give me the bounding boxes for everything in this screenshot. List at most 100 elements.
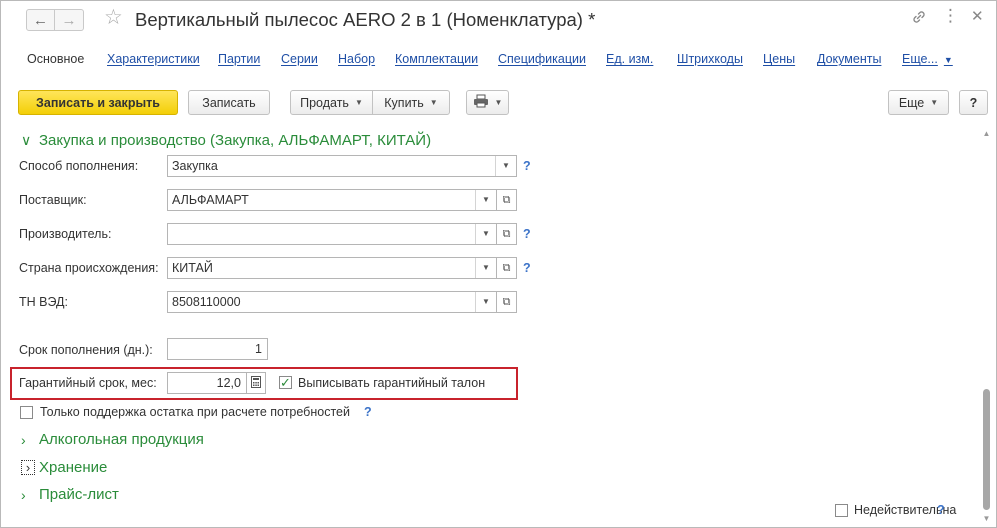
open-supplier-button[interactable]: ⧉	[497, 189, 517, 211]
manufacturer-field[interactable]: ▼	[167, 223, 497, 245]
purchase-section-header[interactable]: ∨ Закупка и производство (Закупка, АЛЬФА…	[21, 132, 431, 149]
supplier-field[interactable]: АЛЬФАМАРТ ▼	[167, 189, 497, 211]
scroll-down-icon[interactable]: ▼	[980, 514, 993, 524]
supplier-label: Поставщик:	[19, 193, 87, 207]
caret-down-icon: ▼	[494, 98, 503, 107]
buy-label: Купить	[384, 95, 424, 110]
alcohol-section-title: Алкогольная продукция	[39, 431, 204, 448]
open-manufacturer-button[interactable]: ⧉	[497, 223, 517, 245]
pricelist-section-title: Прайс-лист	[39, 486, 119, 503]
replenishment-method-value: Закупка	[172, 159, 218, 173]
caret-down-icon: ▼	[429, 98, 438, 107]
calculator-icon	[251, 375, 261, 391]
caret-down-icon: ▼	[930, 98, 939, 107]
buy-button[interactable]: Купить ▼	[372, 90, 450, 115]
sell-label: Продать	[300, 95, 349, 110]
help-icon[interactable]: ?	[523, 159, 531, 173]
tab-units[interactable]: Ед. изм.	[606, 52, 653, 66]
vertical-scrollbar[interactable]: ▲ ▼	[980, 127, 993, 527]
window-title: Вертикальный пылесос AERO 2 в 1 (Номенкл…	[135, 9, 596, 30]
dropdown-arrow-icon[interactable]: ▼	[475, 224, 496, 244]
arrow-right-icon: →	[61, 11, 77, 29]
tab-series[interactable]: Серии	[281, 52, 318, 66]
replenishment-method-select[interactable]: Закупка ▼	[167, 155, 517, 177]
tnved-value: 8508110000	[172, 295, 241, 309]
invalid-checkbox[interactable]	[835, 504, 848, 517]
form-window: ← → ☆ Вертикальный пылесос AERO 2 в 1 (Н…	[0, 0, 997, 528]
alcohol-section-header[interactable]: › Алкогольная продукция	[21, 431, 204, 448]
link-icon[interactable]	[911, 9, 927, 28]
title-bar: ← → ☆ Вертикальный пылесос AERO 2 в 1 (Н…	[1, 1, 996, 41]
close-icon[interactable]: ✕	[971, 9, 984, 24]
open-item-icon: ⧉	[502, 261, 511, 274]
open-country-button[interactable]: ⧉	[497, 257, 517, 279]
scroll-up-icon[interactable]: ▲	[980, 129, 993, 139]
dropdown-arrow-icon[interactable]: ▼	[475, 190, 496, 210]
warranty-label: Гарантийный срок, мес:	[19, 376, 157, 390]
help-icon[interactable]: ?	[523, 261, 531, 275]
tab-set[interactable]: Набор	[338, 52, 375, 66]
open-item-icon: ⧉	[502, 295, 511, 308]
supplier-value: АЛЬФАМАРТ	[172, 193, 249, 207]
warranty-input[interactable]: 12,0	[167, 372, 247, 394]
print-button[interactable]: ▼	[466, 90, 509, 115]
chevron-right-icon: ›	[21, 431, 26, 448]
tab-main[interactable]: Основное	[27, 52, 84, 66]
open-tnved-button[interactable]: ⧉	[497, 291, 517, 313]
help-icon[interactable]: ?	[364, 405, 372, 419]
caret-down-icon: ▼	[943, 55, 953, 65]
chevron-right-icon: ›	[21, 486, 26, 503]
tab-batches[interactable]: Партии	[218, 52, 260, 66]
tab-specifications[interactable]: Спецификации	[498, 52, 586, 66]
country-value: КИТАЙ	[172, 261, 213, 275]
country-field[interactable]: КИТАЙ ▼	[167, 257, 497, 279]
forward-button[interactable]: →	[55, 9, 84, 31]
tab-prices[interactable]: Цены	[763, 52, 795, 66]
dropdown-arrow-icon[interactable]: ▼	[495, 156, 516, 176]
storage-section-title: Хранение	[39, 459, 108, 476]
favorite-star-icon[interactable]: ☆	[104, 7, 123, 28]
tab-more-label: Еще...	[902, 52, 938, 66]
tab-barcodes[interactable]: Штрихкоды	[677, 52, 743, 66]
dropdown-arrow-icon[interactable]: ▼	[475, 292, 496, 312]
tnved-label: ТН ВЭД:	[19, 295, 68, 309]
caret-down-icon: ▼	[354, 98, 363, 107]
more-vertical-icon[interactable]: ⋮	[942, 7, 959, 24]
save-and-close-button[interactable]: Записать и закрыть	[18, 90, 178, 115]
chevron-right-icon: ›	[21, 460, 35, 475]
calculator-button[interactable]	[246, 372, 266, 394]
country-label: Страна происхождения:	[19, 261, 159, 275]
open-item-icon: ⧉	[502, 227, 511, 240]
open-item-icon: ⧉	[502, 193, 511, 206]
help-icon[interactable]: ?	[937, 503, 945, 517]
only-support-label[interactable]: Только поддержка остатка при расчете пот…	[40, 405, 350, 419]
replenishment-days-label: Срок пополнения (дн.):	[19, 343, 153, 357]
dropdown-arrow-icon[interactable]: ▼	[475, 258, 496, 278]
tab-documents[interactable]: Документы	[817, 52, 881, 66]
tab-more[interactable]: Еще... ▼	[902, 52, 953, 66]
back-button[interactable]: ←	[26, 9, 55, 31]
tab-kits[interactable]: Комплектации	[395, 52, 478, 66]
replenishment-days-input[interactable]: 1	[167, 338, 268, 360]
pricelist-section-header[interactable]: › Прайс-лист	[21, 486, 119, 503]
checkmark-icon: ✓	[280, 375, 291, 390]
printer-icon	[473, 94, 489, 111]
warranty-card-label[interactable]: Выписывать гарантийный талон	[298, 376, 485, 390]
only-support-checkbox[interactable]	[20, 406, 33, 419]
arrow-left-icon: ←	[33, 11, 48, 29]
tab-characteristics[interactable]: Характеристики	[107, 52, 200, 66]
tnved-field[interactable]: 8508110000 ▼	[167, 291, 497, 313]
chevron-down-icon: ∨	[21, 132, 32, 148]
more-button[interactable]: Еще ▼	[888, 90, 949, 115]
help-icon[interactable]: ?	[523, 227, 531, 241]
save-button[interactable]: Записать	[188, 90, 270, 115]
more-label: Еще	[898, 95, 925, 110]
warranty-card-checkbox[interactable]: ✓	[279, 376, 292, 389]
storage-section-header[interactable]: › Хранение	[21, 459, 107, 476]
manufacturer-label: Производитель:	[19, 227, 112, 241]
scroll-thumb[interactable]	[983, 389, 990, 510]
purchase-section-title: Закупка и производство (Закупка, АЛЬФАМА…	[39, 132, 432, 149]
replenishment-method-label: Способ пополнения:	[19, 159, 139, 173]
sell-button[interactable]: Продать ▼	[290, 90, 373, 115]
help-button[interactable]: ?	[959, 90, 988, 115]
